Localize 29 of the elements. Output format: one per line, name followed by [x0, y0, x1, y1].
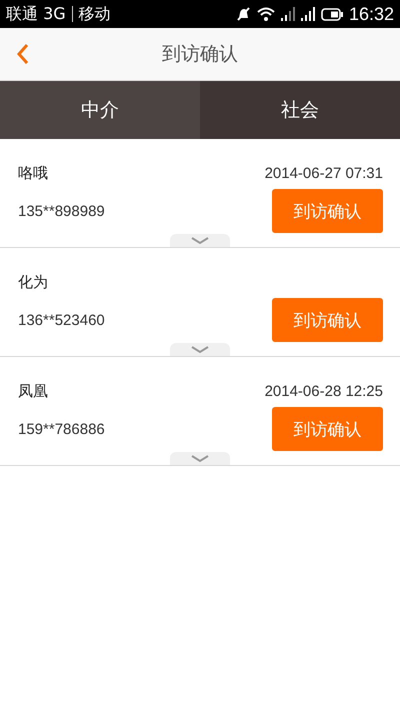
visit-date: 2014-06-27 07:31 [264, 164, 383, 182]
confirm-button[interactable]: 到访确认 [272, 189, 383, 233]
carrier-name: 联通 3G [6, 4, 66, 24]
clock: 16:32 [348, 4, 394, 24]
muted-bell-icon [234, 6, 251, 22]
battery-icon [320, 8, 343, 20]
expand-button[interactable] [170, 343, 230, 356]
back-icon [16, 43, 30, 65]
phone-number: 159**786886 [18, 420, 105, 438]
signal-icon [300, 7, 315, 21]
chevron-down-icon [191, 454, 209, 462]
visitor-name: 凤凰 [18, 382, 48, 400]
confirm-button[interactable]: 到访确认 [272, 407, 383, 451]
visitor-name: 咯哦 [18, 164, 48, 182]
phone-number: 136**523460 [18, 312, 105, 328]
confirm-button[interactable]: 到访确认 [272, 298, 383, 342]
tab[interactable]: 社会 [200, 81, 400, 139]
tab[interactable]: 中介 [0, 81, 200, 139]
chevron-down-icon [191, 236, 209, 244]
phone-number: 135**898989 [18, 202, 105, 220]
chevron-down-icon [191, 346, 209, 354]
visitor-name: 化为 [18, 272, 48, 292]
signal-icon [280, 7, 295, 21]
visit-date: 2014-06-28 12:25 [264, 382, 383, 400]
expand-button[interactable] [170, 234, 230, 247]
wifi-icon [256, 7, 275, 21]
carrier-name: 移动 [78, 4, 111, 24]
page-title: 到访确认 [162, 42, 238, 67]
expand-button[interactable] [170, 452, 230, 465]
